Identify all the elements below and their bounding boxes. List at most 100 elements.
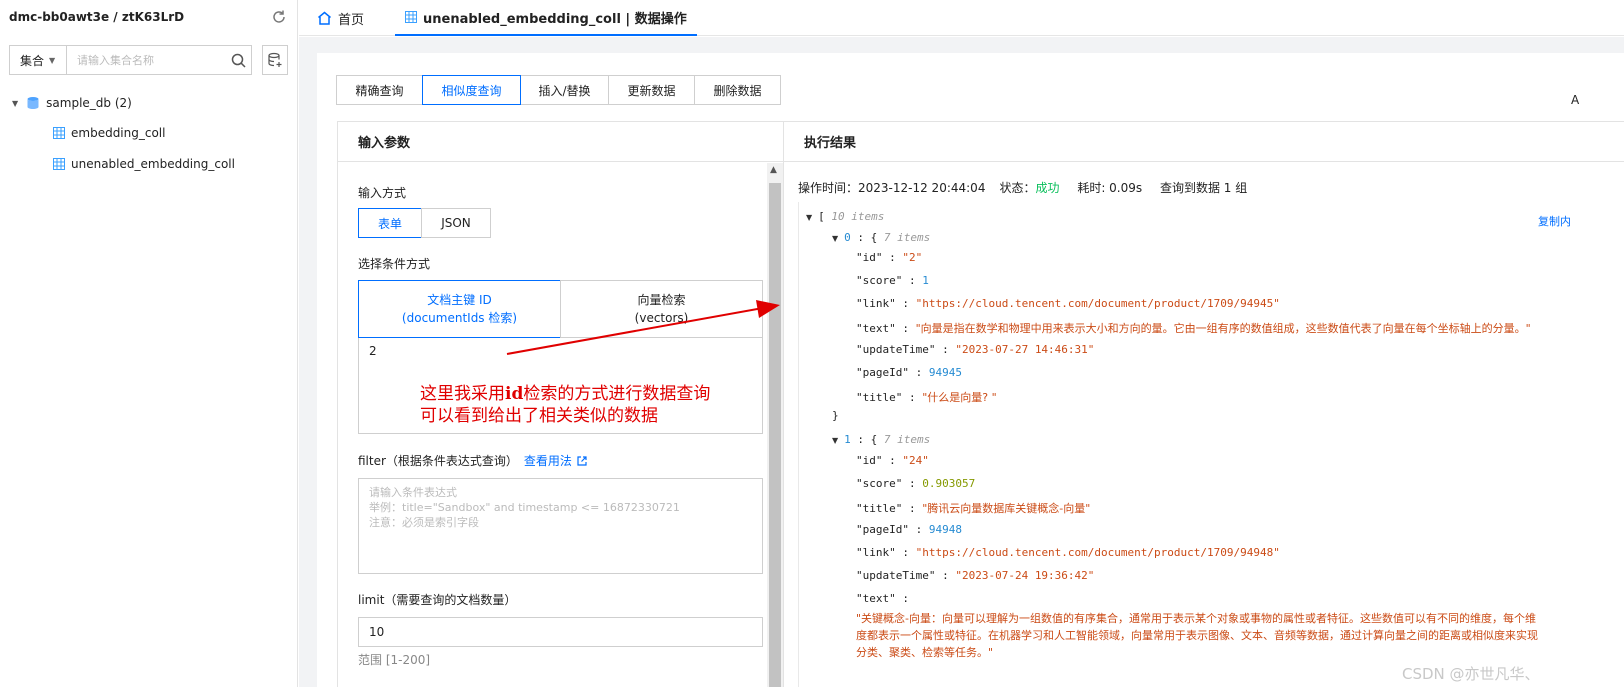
json-field: "updateTime" : "2023-07-27 14:46:31": [856, 343, 1095, 356]
cond-vector-line2: (vectors): [634, 311, 689, 325]
result-status-value: 成功: [1035, 181, 1060, 195]
json-field: "link" : "https://cloud.tencent.com/docu…: [856, 546, 1280, 559]
filter-usage-link-text: 查看用法: [523, 454, 572, 468]
json-field: "updateTime" : "2023-07-24 19:36:42": [856, 569, 1095, 582]
annotation-part: 这里我采用: [420, 384, 505, 404]
json-field: "id" : "24": [856, 454, 929, 467]
collapse-arrow-icon[interactable]: ▼: [832, 436, 838, 445]
filter-usage-link[interactable]: 查看用法: [524, 452, 587, 469]
filter-label: filter（根据条件表达式查询）: [358, 454, 518, 468]
result-panel: 执行结果 操作时间：2023-12-12 20:44:04 状态：成功 耗时: 0…: [784, 121, 1624, 687]
json-text-line: 分类、聚类、检索等任务。": [856, 644, 993, 660]
cond-document-id-line2: (documentIds 检索): [401, 311, 518, 325]
json-item-1-header: ▼ 1 : { 7 items: [832, 433, 931, 446]
tab-data-operation[interactable]: unenabled_embedding_coll | 数据操作: [395, 0, 697, 36]
filter-textarea[interactable]: 请输入条件表达式 举例：title="Sandbox" and timestam…: [358, 478, 763, 574]
result-count: 查询到数据 1 组: [1159, 181, 1248, 195]
json-value: 度都表示一个属性或特征。在机器学习和人工智能领域，向量常用于表示图像、文本、音频…: [856, 629, 1538, 642]
watermark: CSDN @亦世凡华、: [1402, 665, 1540, 683]
collapse-arrow-icon[interactable]: ▼: [832, 234, 838, 243]
tab-similarity-query[interactable]: 相似度查询: [422, 75, 521, 105]
json-value: 分类、聚类、检索等任务。": [856, 646, 994, 659]
json-value: "2": [902, 251, 923, 264]
refresh-icon[interactable]: [271, 9, 287, 25]
tree-collection-unenabled-embedding-coll[interactable]: unenabled_embedding_coll: [53, 157, 235, 171]
tab-data-operation-label: unenabled_embedding_coll | 数据操作: [423, 11, 687, 27]
json-field: "id" : "2": [856, 251, 923, 264]
add-database-button[interactable]: [262, 45, 288, 75]
json-item-0-header: ▼ 0 : { 7 items: [832, 231, 931, 244]
tab-home[interactable]: 首页: [317, 0, 364, 36]
annotation-part: id: [505, 384, 524, 404]
result-op-time: 操作时间：2023-12-12 20:44:04: [798, 181, 986, 195]
annotation-text: 这里我采用id检索的方式进行数据查询 可以看到给出了相关类似的数据: [420, 383, 820, 427]
home-icon: [318, 11, 331, 25]
top-tab-bar: 首页 unenabled_embedding_coll | 数据操作: [299, 0, 1624, 36]
input-mode-toggle: 表单 JSON: [358, 208, 491, 238]
json-item-1-count: 7 items: [883, 433, 931, 446]
copy-json-link[interactable]: 复制内: [1538, 213, 1571, 229]
cond-document-id-option[interactable]: 文档主键 ID (documentIds 检索): [358, 280, 561, 338]
condition-mode-selector: 文档主键 ID (documentIds 检索) 向量检索 (vectors): [358, 280, 763, 338]
json-field: "pageId" : 94948: [856, 523, 962, 536]
collapse-arrow-icon[interactable]: ▼: [806, 213, 812, 222]
filter-placeholder-line: 请输入条件表达式: [369, 486, 457, 499]
search-icon[interactable]: [225, 53, 251, 68]
mode-form-button[interactable]: 表单: [358, 208, 422, 238]
tree-collection-embedding-coll[interactable]: embedding_coll: [53, 126, 165, 140]
table-icon: [405, 11, 417, 23]
json-field: "text" :: [856, 592, 909, 605]
json-root-count: 10 items: [831, 210, 885, 223]
json-root-bracket: [: [818, 210, 825, 223]
collection-search: 集合 ▼: [9, 45, 252, 75]
truncated-right-text: A: [1571, 93, 1580, 107]
limit-label: limit（需要查询的文档数量）: [358, 593, 517, 607]
condition-mode-label: 选择条件方式: [358, 257, 431, 271]
json-field: "score" : 1: [856, 274, 929, 287]
mode-json-button[interactable]: JSON: [421, 208, 491, 238]
tree-db-sample-db[interactable]: ▼ sample_db (2): [12, 96, 132, 110]
collection-search-input[interactable]: [67, 46, 225, 74]
annotation-part: 检索的方式进行数据查询: [523, 384, 711, 404]
tree-collection-label: unenabled_embedding_coll: [71, 157, 235, 171]
json-field: "link" : "https://cloud.tencent.com/docu…: [856, 297, 1280, 310]
filter-label-row: filter（根据条件表达式查询） 查看用法: [358, 452, 587, 469]
tree-collection-label: embedding_coll: [71, 126, 166, 140]
limit-input[interactable]: 10: [358, 617, 763, 647]
scrollbar-thumb[interactable]: [769, 183, 781, 687]
table-icon: [53, 158, 65, 170]
external-link-icon: [577, 455, 587, 466]
tab-exact-query[interactable]: 精确查询: [336, 75, 423, 105]
json-value: 94948: [928, 523, 962, 536]
cond-vector-line1: 向量检索: [637, 293, 686, 307]
tab-update-data[interactable]: 更新数据: [608, 75, 695, 105]
json-value: "https://cloud.tencent.com/document/prod…: [915, 546, 1280, 559]
json-value: "什么是向量? ": [922, 391, 997, 404]
json-text-line: 度都表示一个属性或特征。在机器学习和人工智能领域，向量常用于表示图像、文本、音频…: [856, 627, 1538, 643]
cond-vector-option[interactable]: 向量检索 (vectors): [560, 280, 763, 338]
result-title: 执行结果: [784, 122, 1624, 162]
json-value: "关键概念-向量：向量可以理解为一组数值的有序集合，通常用于表示某个对象或事物的…: [856, 612, 1537, 625]
json-field: "pageId" : 94945: [856, 366, 962, 379]
scroll-up-icon[interactable]: ▲: [770, 165, 777, 175]
tab-insert-replace[interactable]: 插入/替换: [520, 75, 609, 105]
tab-delete-data[interactable]: 删除数据: [694, 75, 781, 105]
limit-range-hint: 范围 [1-200]: [358, 653, 431, 667]
tree-db-label: sample_db (2): [46, 96, 132, 110]
result-meta: 操作时间：2023-12-12 20:44:04 状态：成功 耗时: 0.09s …: [798, 179, 1261, 196]
expand-arrow-icon[interactable]: ▼: [12, 99, 18, 108]
collection-type-label: 集合: [20, 53, 45, 68]
collection-type-select[interactable]: 集合 ▼: [10, 46, 67, 74]
cond-document-id-line1: 文档主键 ID: [427, 293, 492, 307]
json-value: "https://cloud.tencent.com/document/prod…: [915, 297, 1280, 310]
json-value: 0.903057: [922, 477, 976, 490]
json-field: "text" : "向量是指在数学和物理中用来表示大小和方向的量。它由一组有序的…: [856, 322, 1531, 335]
json-item-0-close: }: [832, 409, 839, 422]
database-add-icon: [268, 52, 282, 67]
filter-placeholder-line: 注意：必须是索引字段: [369, 516, 479, 529]
table-icon: [53, 127, 65, 139]
json-value: "24": [902, 454, 929, 467]
json-field: "title" : "腾讯云向量数据库关键概念-向量": [856, 502, 1091, 515]
annotation-line-2: 可以看到给出了相关类似的数据: [420, 406, 658, 426]
json-value: 1: [922, 274, 929, 287]
